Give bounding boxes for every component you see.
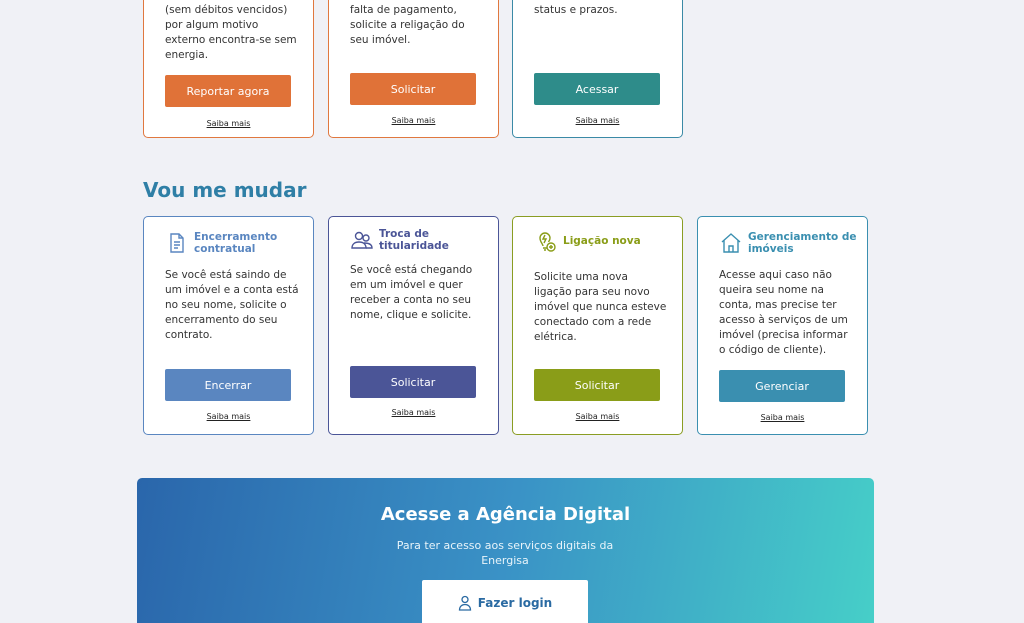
card-header: Ligação nova	[534, 229, 672, 253]
login-button-label: Fazer login	[477, 596, 553, 610]
card-title: Ligação nova	[563, 235, 641, 247]
card-header: Encerramento contratual	[165, 231, 303, 255]
request-transfer-button[interactable]: Solicitar	[350, 366, 476, 398]
card-new-connection: Ligação nova Solicite uma nova ligação p…	[512, 216, 683, 435]
terminate-button[interactable]: Encerrar	[165, 369, 291, 401]
learn-more-link[interactable]: Saiba mais	[513, 412, 682, 421]
people-icon	[351, 231, 373, 249]
request-connection-button[interactable]: Solicitar	[534, 369, 660, 401]
learn-more-link[interactable]: Saiba mais	[329, 116, 498, 125]
card-description: Acesse aqui caso não queira seu nome na …	[719, 269, 848, 356]
section-title: Vou me mudar	[143, 178, 307, 202]
manage-button[interactable]: Gerenciar	[719, 370, 845, 402]
card-description: (sem débitos vencidos) por algum motivo …	[165, 4, 297, 61]
card-description: Se você está chegando em um imóvel e que…	[350, 264, 473, 321]
card-reconnection: falta de pagamento, solicite a religação…	[328, 0, 499, 138]
card-report-outage: (sem débitos vencidos) por algum motivo …	[143, 0, 314, 138]
document-icon	[170, 233, 184, 253]
bulb-plus-icon	[539, 232, 556, 252]
card-title: Gerenciamento de imóveis	[748, 231, 857, 255]
learn-more-link[interactable]: Saiba mais	[144, 412, 313, 421]
learn-more-link[interactable]: Saiba mais	[513, 116, 682, 125]
card-title: Troca de titularidade	[379, 228, 449, 252]
card-header: Gerenciamento de imóveis	[719, 231, 857, 255]
banner-title: Acesse a Agência Digital	[380, 504, 631, 525]
card-status: status e prazos. Acessar Saiba mais	[512, 0, 683, 138]
card-description: Se você está saindo de um imóvel e a con…	[165, 269, 299, 341]
request-reconnection-button[interactable]: Solicitar	[350, 73, 476, 105]
card-contract-termination: Encerramento contratual Se você está sai…	[143, 216, 314, 435]
learn-more-link[interactable]: Saiba mais	[329, 408, 498, 417]
house-icon	[721, 233, 741, 253]
card-description: status e prazos.	[534, 4, 618, 16]
card-description: Solicite uma nova ligação para seu novo …	[534, 271, 667, 343]
card-property-management: Gerenciamento de imóveis Acesse aqui cas…	[697, 216, 868, 435]
learn-more-link[interactable]: Saiba mais	[144, 119, 313, 128]
digital-agency-banner: Acesse a Agência Digital Para ter acesso…	[137, 478, 874, 623]
card-title: Encerramento contratual	[194, 231, 278, 255]
learn-more-link[interactable]: Saiba mais	[698, 413, 867, 422]
report-now-button[interactable]: Reportar agora	[165, 75, 291, 107]
login-button[interactable]: Fazer login	[422, 580, 588, 623]
card-header: Troca de titularidade	[350, 228, 488, 252]
banner-subtitle: Para ter acesso aos serviços digitais da…	[396, 539, 614, 567]
access-button[interactable]: Acessar	[534, 73, 660, 105]
card-ownership-transfer: Troca de titularidade Se você está chega…	[328, 216, 499, 435]
user-icon	[458, 595, 471, 611]
card-description: falta de pagamento, solicite a religação…	[350, 4, 465, 46]
